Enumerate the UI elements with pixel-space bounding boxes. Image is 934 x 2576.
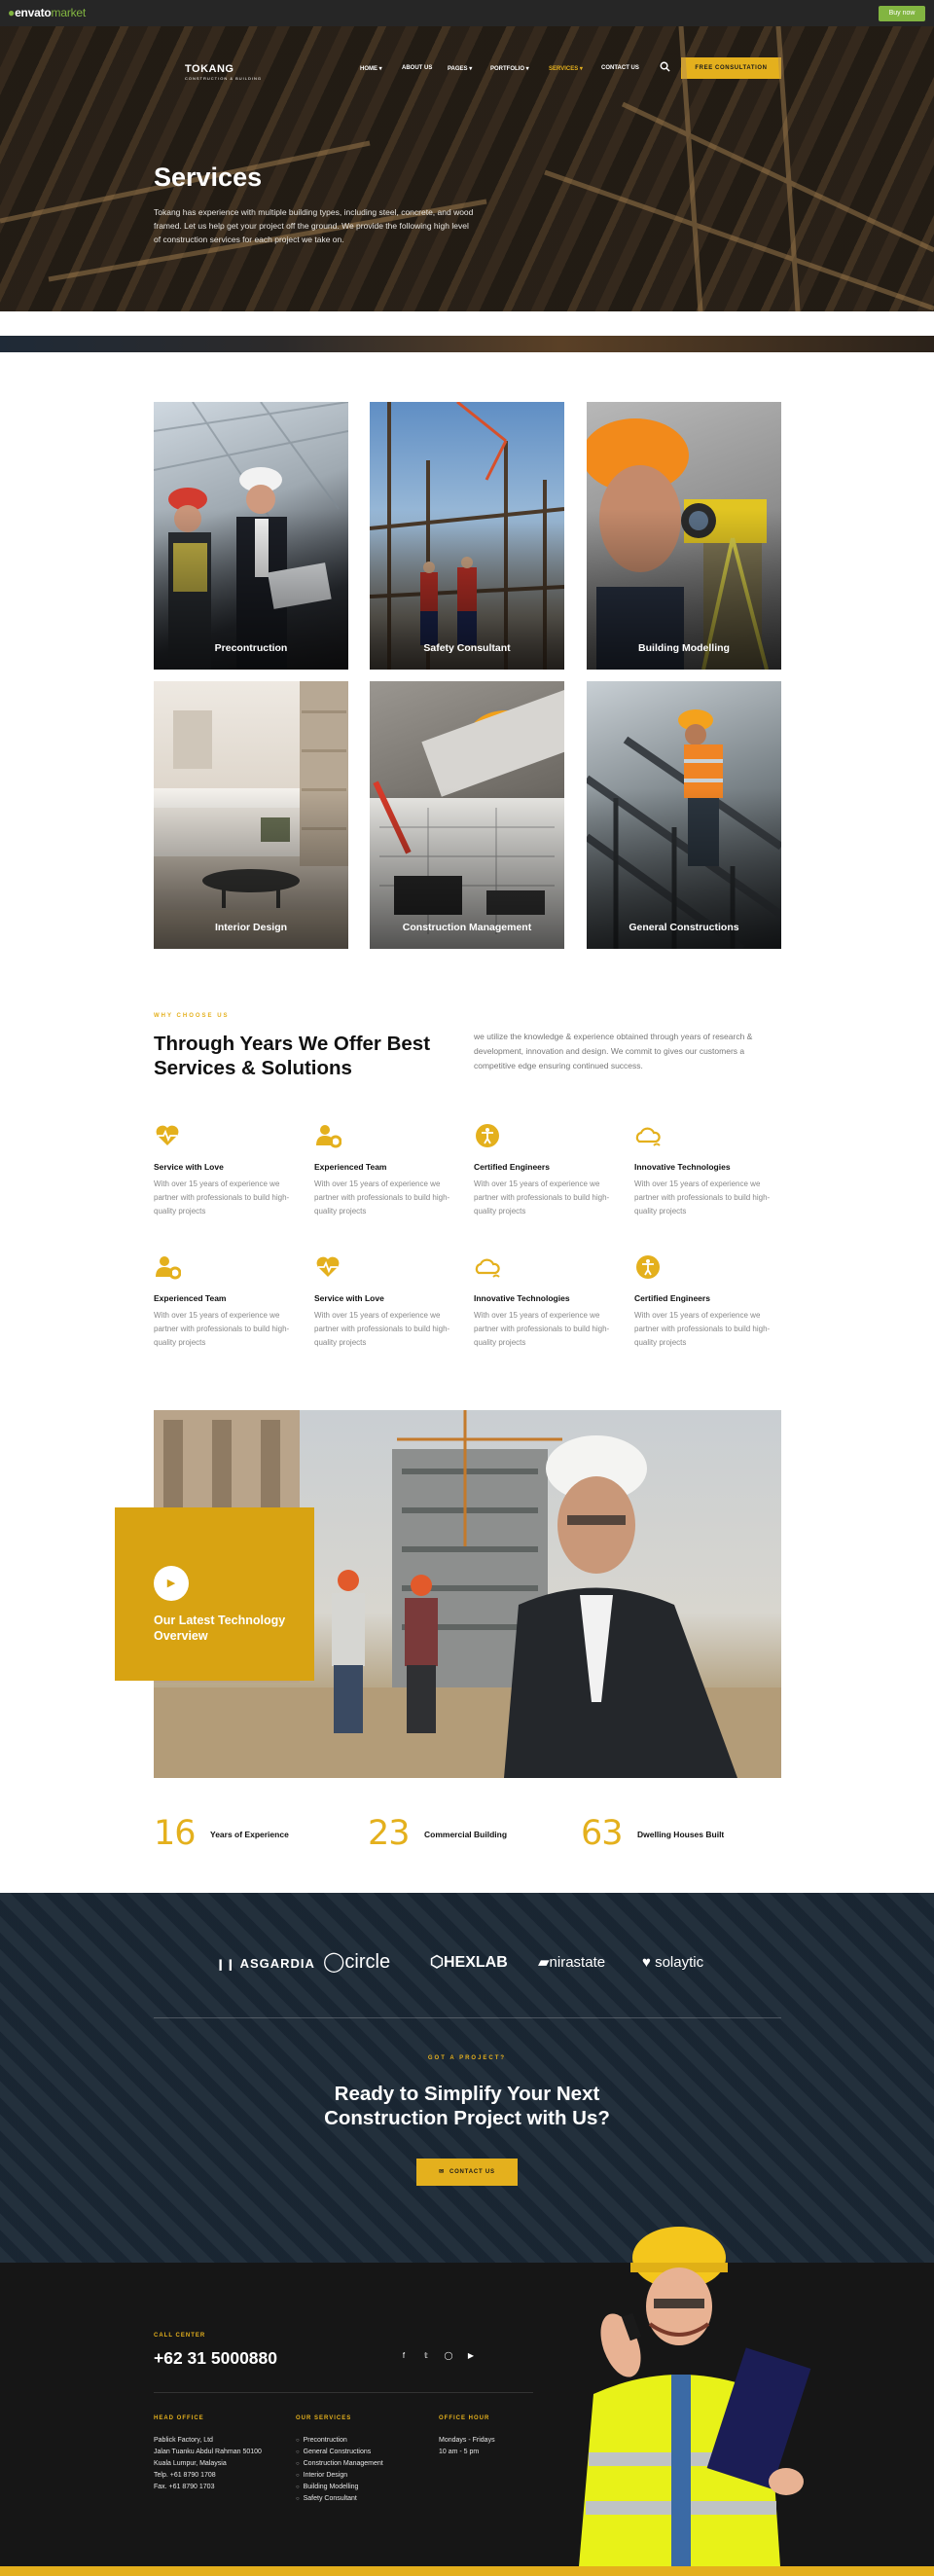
envato-logo[interactable]: ●envatomarket bbox=[8, 6, 86, 19]
stat-item: 63 Dwelling Houses Built bbox=[581, 1814, 781, 1853]
cloud-signal-icon bbox=[635, 1127, 661, 1146]
feature-item: Innovative Technologies With over 15 year… bbox=[474, 1253, 625, 1350]
envato-bar: ●envatomarket Buy now bbox=[0, 0, 934, 26]
video-overlay-card: ▶ Our Latest Technology Overview bbox=[115, 1507, 314, 1681]
decorative-strip bbox=[0, 336, 934, 352]
service-card-building-modelling[interactable]: Building Modelling bbox=[587, 402, 781, 670]
hero-background-image bbox=[0, 26, 934, 311]
service-card-label: Construction Management bbox=[402, 922, 532, 933]
team-gear-icon bbox=[156, 1256, 182, 1280]
youtube-icon[interactable]: ▶ bbox=[464, 2349, 478, 2363]
office-hour-label: OFFICE HOUR bbox=[439, 2415, 490, 2421]
office-hours: Mondays - Fridays 10 am - 5 pm bbox=[439, 2437, 495, 2455]
service-card-label: General Constructions bbox=[629, 922, 739, 933]
accessibility-icon bbox=[636, 1255, 660, 1279]
stat-item: 23 Commercial Building bbox=[368, 1814, 553, 1853]
call-center-label: CALL CENTER bbox=[154, 2333, 206, 2339]
mail-icon: ✉ bbox=[439, 2169, 445, 2175]
head-office-address: Pablick Factory, Ltd Jalan Tuanku Abdul R… bbox=[154, 2437, 262, 2490]
stat-number: 16 bbox=[154, 1814, 197, 1853]
heartbeat-icon bbox=[156, 1125, 179, 1145]
video-title: Our Latest Technology Overview bbox=[154, 1614, 286, 1643]
facebook-icon[interactable]: f bbox=[397, 2349, 411, 2363]
buy-now-button[interactable]: Buy now bbox=[879, 6, 925, 21]
service-card-precontruction[interactable]: Precontruction bbox=[154, 402, 348, 670]
stat-label: Dwelling Houses Built bbox=[637, 1830, 725, 1839]
service-card-safety-consultant[interactable]: Safety Consultant bbox=[370, 402, 564, 670]
feature-item: Service with Love With over 15 years of e… bbox=[314, 1253, 465, 1350]
feature-item: Experienced Team With over 15 years of ex… bbox=[314, 1122, 465, 1218]
footer-service-link[interactable]: Construction Management bbox=[296, 2458, 383, 2470]
footer-divider bbox=[154, 2392, 533, 2393]
hero-section: TOKANG CONSTRUCTION & BUILDING HOME ▾ ABO… bbox=[0, 26, 934, 311]
stat-number: 23 bbox=[368, 1814, 411, 1853]
footer-accent-bar bbox=[0, 2566, 934, 2576]
hero-description: Tokang has experience with multiple buil… bbox=[154, 207, 474, 244]
twitter-icon[interactable]: 𝕥 bbox=[419, 2349, 433, 2363]
service-card-label: Building Modelling bbox=[638, 642, 730, 654]
divider bbox=[154, 2017, 781, 2018]
footer-service-link[interactable]: Safety Consultant bbox=[296, 2493, 383, 2505]
service-card-construction-management[interactable]: Construction Management bbox=[370, 681, 564, 949]
page-title: Services bbox=[154, 163, 263, 192]
footer-service-link[interactable]: Building Modelling bbox=[296, 2482, 383, 2493]
footer-service-link[interactable]: Interior Design bbox=[296, 2470, 383, 2482]
contact-us-button[interactable]: ✉ CONTACT US bbox=[416, 2159, 518, 2186]
service-card-general-constructions[interactable]: General Constructions bbox=[587, 681, 781, 949]
stat-number: 63 bbox=[581, 1814, 624, 1853]
footer-service-link[interactable]: General Constructions bbox=[296, 2447, 383, 2458]
cta-title: Ready to Simplify Your Next Construction… bbox=[324, 2083, 610, 2129]
footer-services-list: Precontruction General Constructions Con… bbox=[296, 2435, 383, 2505]
service-card-label: Interior Design bbox=[214, 922, 288, 933]
service-card-interior-design[interactable]: Interior Design bbox=[154, 681, 348, 949]
play-icon[interactable]: ▶ bbox=[154, 1566, 189, 1601]
cloud-signal-icon bbox=[475, 1258, 500, 1278]
service-card-label: Safety Consultant bbox=[423, 642, 511, 654]
feature-item: Innovative Technologies With over 15 year… bbox=[634, 1122, 785, 1218]
brand-logo-circle: ◯circle bbox=[323, 1951, 391, 1973]
feature-item: Service with Love With over 15 years of e… bbox=[154, 1122, 305, 1218]
stat-label: Commercial Building bbox=[424, 1830, 508, 1839]
call-center-number[interactable]: +62 31 5000880 bbox=[154, 2348, 277, 2369]
stat-item: 16 Years of Experience bbox=[154, 1814, 339, 1853]
worker-image bbox=[579, 2227, 811, 2566]
section-title: Through Years We Offer Best Services & S… bbox=[154, 1033, 431, 1079]
feature-item: Certified Engineers With over 15 years of… bbox=[634, 1253, 785, 1350]
brand-logo-asgardia: ❙❙ ASGARDIA bbox=[216, 1956, 315, 1971]
brand-logo-solaytic: ♥ solaytic bbox=[642, 1954, 704, 1971]
section-eyebrow: WHY CHOOSE US bbox=[154, 1013, 230, 1019]
section-description: we utilize the knowledge & experience ob… bbox=[474, 1032, 753, 1070]
instagram-icon[interactable]: ◯ bbox=[442, 2349, 455, 2363]
services-label: OUR SERVICES bbox=[296, 2415, 352, 2421]
footer-service-link[interactable]: Precontruction bbox=[296, 2435, 383, 2447]
head-office-label: HEAD OFFICE bbox=[154, 2415, 204, 2421]
team-gear-icon bbox=[316, 1125, 342, 1148]
stat-label: Years of Experience bbox=[210, 1830, 289, 1839]
feature-item: Certified Engineers With over 15 years of… bbox=[474, 1122, 625, 1218]
feature-item: Experienced Team With over 15 years of ex… bbox=[154, 1253, 305, 1350]
cta-section bbox=[0, 1893, 934, 2263]
service-card-label: Precontruction bbox=[214, 642, 288, 654]
accessibility-icon bbox=[476, 1124, 499, 1147]
brand-logo-nirastate: ▰nirastate bbox=[538, 1954, 606, 1971]
cta-eyebrow: GOT A PROJECT? bbox=[427, 2055, 507, 2061]
brand-logo-hexlab: ⬡HEXLAB bbox=[430, 1954, 508, 1971]
heartbeat-icon bbox=[316, 1256, 340, 1277]
